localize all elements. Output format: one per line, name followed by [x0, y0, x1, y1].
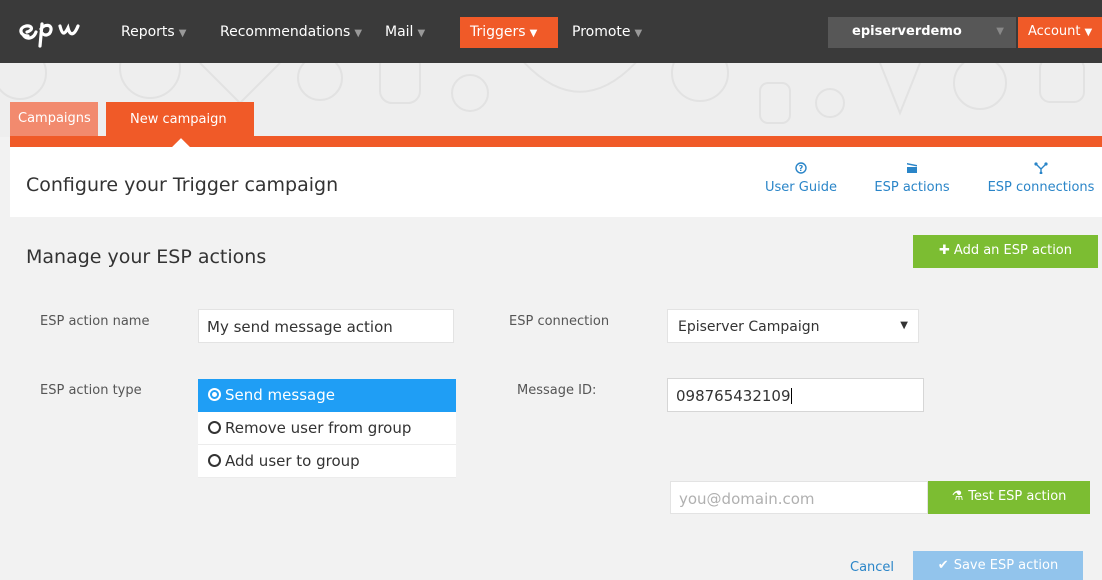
nav-reports-label: Reports [121, 24, 175, 40]
chevron-down-icon: ▼ [417, 28, 426, 39]
nav-triggers-label: Triggers [470, 24, 526, 40]
test-esp-action-button[interactable]: ⚗ Test ESP action [928, 481, 1090, 514]
save-esp-action-label: Save ESP action [953, 558, 1059, 573]
dropdown-arrow-icon: ▼ [900, 320, 908, 331]
account-menu[interactable]: Account ▼ [1018, 17, 1102, 48]
chevron-down-icon: ▼ [354, 28, 363, 39]
esp-actions-link[interactable]: ESP actions [871, 162, 953, 195]
esp-action-name-input[interactable]: My send message action [198, 309, 454, 343]
episerver-logo[interactable] [14, 14, 94, 50]
svg-text:?: ? [799, 164, 804, 173]
check-icon: ✔ [937, 558, 949, 573]
plus-icon: ✚ [939, 243, 950, 258]
chevron-down-icon: ▼ [529, 28, 538, 39]
chevron-down-icon: ▼ [178, 28, 187, 39]
nav-recommendations[interactable]: Recommendations ▼ [220, 24, 362, 40]
radio-send-message[interactable]: Send message [198, 379, 456, 412]
test-esp-action-label: Test ESP action [968, 489, 1067, 504]
radio-add-user-to-group[interactable]: Add user to group [198, 445, 456, 478]
add-esp-action-label: Add an ESP action [953, 243, 1072, 258]
site-selector[interactable]: episerverdemo ▼ [828, 17, 1016, 48]
tab-campaigns-label: Campaigns [18, 111, 91, 126]
esp-connections-label: ESP connections [987, 180, 1095, 195]
radio-unselected-icon [208, 421, 221, 434]
esp-connection-select[interactable]: Episerver Campaign ▼ [667, 309, 919, 343]
esp-action-type-label: ESP action type [40, 383, 142, 398]
nav-reports[interactable]: Reports ▼ [121, 24, 186, 40]
user-guide-link[interactable]: ? User Guide [763, 162, 839, 195]
add-esp-action-button[interactable]: ✚ Add an ESP action [913, 235, 1098, 268]
nav-promote-label: Promote [572, 24, 631, 40]
radio-send-message-label: Send message [225, 386, 335, 404]
section-title: Manage your ESP actions [26, 246, 267, 268]
nav-mail[interactable]: Mail ▼ [385, 24, 425, 40]
esp-connection-value: Episerver Campaign [678, 319, 820, 335]
message-id-input[interactable]: 098765432109 [667, 378, 924, 412]
esp-action-name-label: ESP action name [40, 314, 150, 329]
esp-action-type-radio-group: Send message Remove user from group Add … [198, 379, 456, 478]
nav-promote[interactable]: Promote ▼ [572, 24, 642, 40]
cancel-link[interactable]: Cancel [850, 560, 894, 575]
save-esp-action-button[interactable]: ✔ Save ESP action [913, 551, 1083, 580]
account-label: Account [1028, 24, 1081, 39]
message-id-label: Message ID: [517, 383, 597, 398]
test-email-input[interactable]: you@domain.com [670, 481, 928, 514]
user-guide-label: User Guide [765, 180, 837, 195]
page-title: Configure your Trigger campaign [26, 174, 339, 196]
nav-triggers[interactable]: Triggers ▼ [460, 17, 558, 48]
radio-unselected-icon [208, 454, 221, 467]
esp-connection-label: ESP connection [509, 314, 610, 329]
nav-recommendations-label: Recommendations [220, 24, 351, 40]
tab-new-campaign[interactable]: New campaign [106, 102, 254, 136]
radio-remove-user-label: Remove user from group [225, 419, 412, 437]
esp-actions-label: ESP actions [874, 180, 950, 195]
chevron-down-icon: ▼ [634, 28, 643, 39]
site-selector-value: episerverdemo [852, 24, 962, 39]
esp-connections-link[interactable]: ESP connections [984, 162, 1098, 195]
radio-remove-user-from-group[interactable]: Remove user from group [198, 412, 456, 445]
clapperboard-icon [871, 162, 953, 180]
chevron-down-icon: ▼ [1084, 27, 1093, 38]
top-navbar: Reports ▼ Recommendations ▼ Mail ▼ Triggers… [0, 0, 1102, 63]
flask-icon: ⚗ [951, 489, 964, 504]
connections-icon [984, 162, 1098, 180]
help-circle-icon: ? [763, 162, 839, 180]
tab-new-campaign-label: New campaign [130, 112, 227, 127]
radio-add-user-label: Add user to group [225, 452, 360, 470]
chevron-down-icon: ▼ [996, 26, 1004, 37]
tab-campaigns[interactable]: Campaigns [10, 102, 98, 136]
message-id-value: 098765432109 [676, 387, 791, 405]
radio-selected-icon [208, 388, 221, 401]
text-cursor [790, 388, 792, 404]
nav-mail-label: Mail [385, 24, 414, 40]
